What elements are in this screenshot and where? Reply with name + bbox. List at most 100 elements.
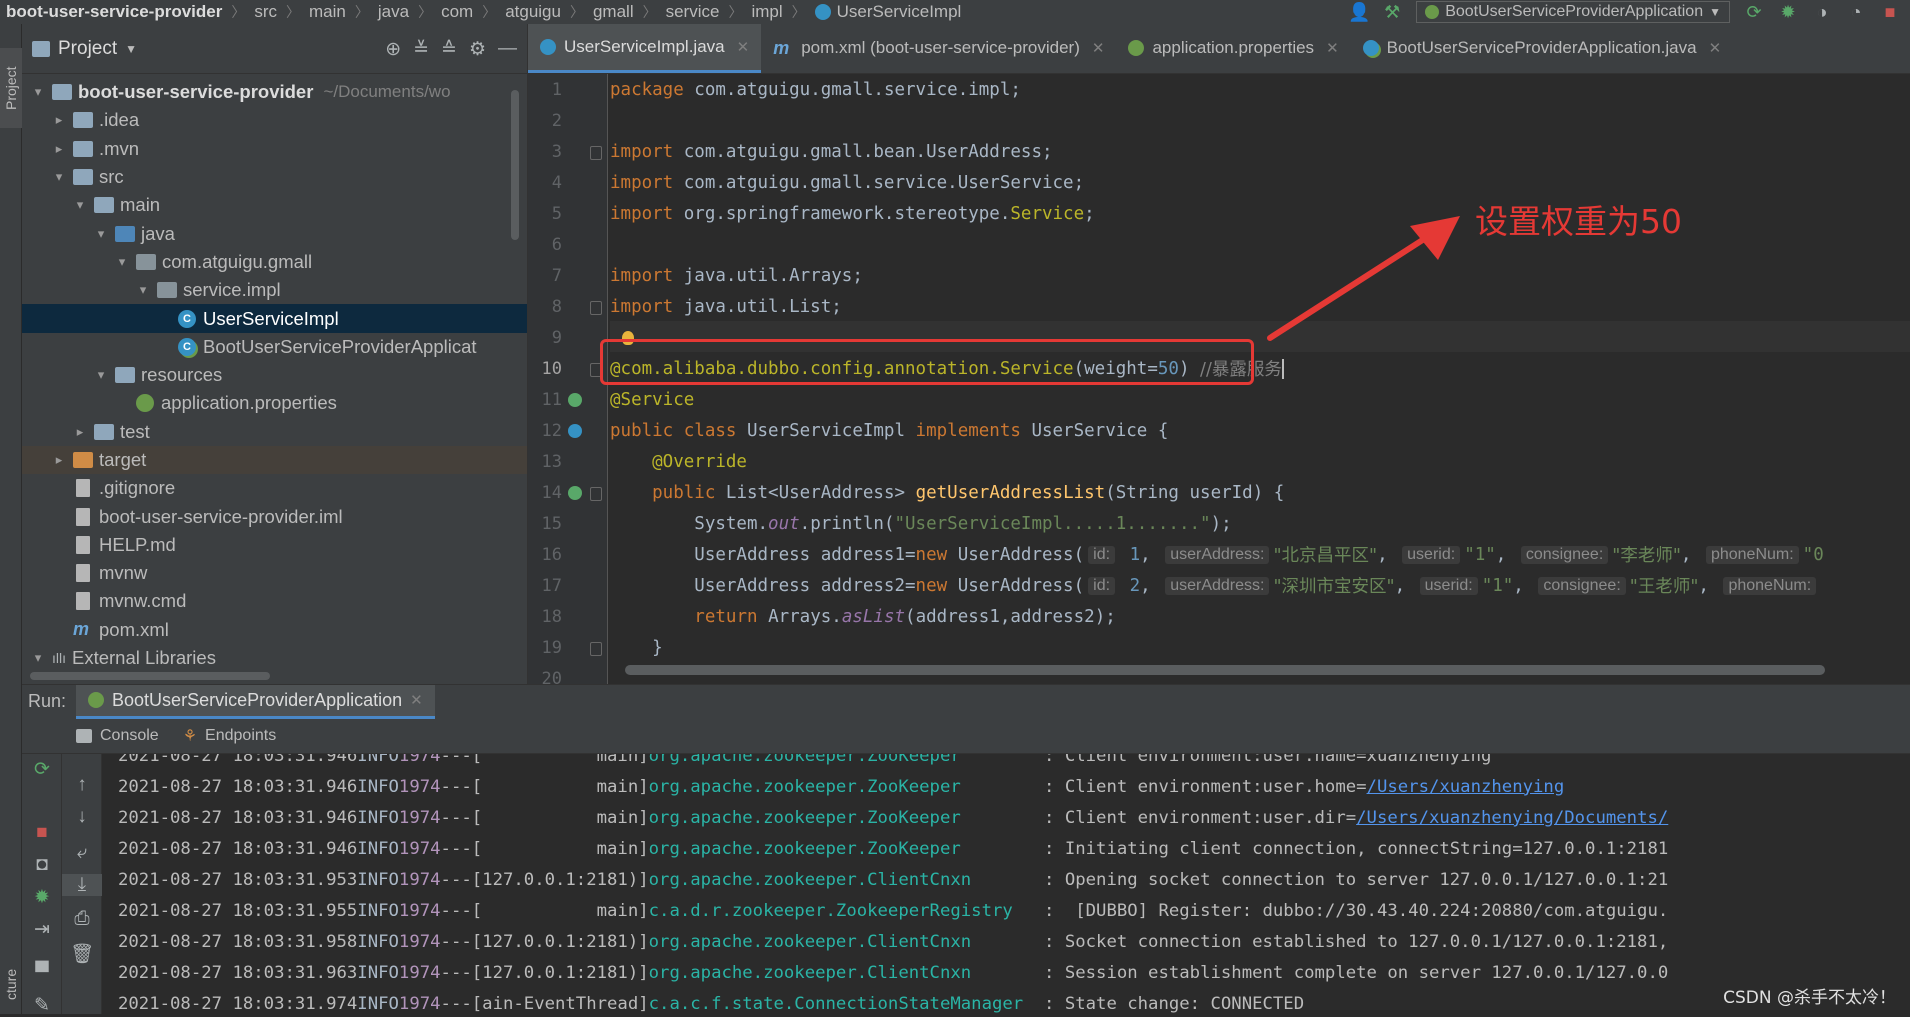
debug-icon[interactable]: ✹ — [22, 886, 62, 909]
override-icon[interactable] — [568, 486, 582, 500]
tree-item[interactable]: HELP.md — [22, 531, 527, 559]
breadcrumb-item[interactable]: impl — [751, 2, 782, 22]
project-tool-window-button[interactable]: Project — [0, 48, 22, 128]
rerun-icon[interactable]: ⟳ — [1744, 2, 1764, 23]
fold-icon[interactable] — [590, 487, 602, 501]
tree-item[interactable]: .gitignore — [22, 474, 527, 502]
chevron-down-icon[interactable]: ▾ — [51, 169, 67, 185]
fold-icon[interactable] — [590, 642, 602, 656]
chevron-down-icon[interactable]: ▾ — [135, 282, 151, 298]
tab-console[interactable]: Console — [76, 727, 159, 745]
breadcrumb-item[interactable]: service — [666, 2, 720, 22]
collapse-all-icon[interactable]: ≙ — [441, 38, 457, 61]
bean-icon[interactable] — [568, 424, 582, 438]
debug-icon[interactable]: ✹ — [1778, 2, 1798, 23]
chevron-down-icon[interactable]: ▾ — [30, 650, 46, 666]
editor-tab[interactable]: BootUserServiceProviderApplication.java✕ — [1351, 24, 1734, 73]
camera-icon[interactable]: ◘ — [22, 854, 62, 876]
gear-icon[interactable]: ⚙ — [469, 38, 486, 61]
tree-item[interactable]: CUserServiceImpl — [22, 304, 527, 332]
close-icon[interactable]: ✕ — [1709, 39, 1722, 57]
tree-item[interactable]: ▾boot-user-service-provider~/Documents/w… — [22, 78, 527, 106]
layout-icon[interactable]: ▀ — [22, 962, 62, 984]
stop-icon[interactable]: ■ — [22, 822, 62, 844]
user-icon[interactable]: 👤 — [1348, 2, 1368, 23]
log-link[interactable]: /Users/xuanzhenying — [1367, 777, 1565, 797]
exit-icon[interactable]: ⇥ — [22, 918, 62, 941]
run-tab[interactable]: BootUserServiceProviderApplication ✕ — [76, 685, 435, 719]
tree-item[interactable]: ▾com.atguigu.gmall — [22, 248, 527, 276]
tree-item[interactable]: mvnw — [22, 559, 527, 587]
tab-endpoints[interactable]: ⚘Endpoints — [183, 726, 277, 746]
chevron-down-icon[interactable]: ▾ — [30, 84, 46, 100]
breadcrumb-item[interactable]: com — [441, 2, 473, 22]
bean-icon[interactable] — [568, 393, 582, 407]
close-icon[interactable]: ✕ — [1326, 39, 1339, 57]
chevron-down-icon[interactable]: ▼ — [125, 42, 137, 56]
arrow-up-icon[interactable]: ↑ — [62, 774, 102, 796]
editor-horizontal-scrollbar[interactable] — [625, 665, 1825, 675]
scroll-to-end-icon[interactable]: ⤓ — [62, 874, 102, 896]
chevron-right-icon[interactable]: ▸ — [51, 141, 67, 157]
breadcrumb-item[interactable]: java — [378, 2, 409, 22]
rerun-icon[interactable]: ⟳ — [22, 758, 62, 781]
folder-icon — [94, 424, 114, 440]
arrow-down-icon[interactable]: ↓ — [62, 806, 102, 828]
breadcrumb-item[interactable]: atguigu — [505, 2, 561, 22]
soft-wrap-icon[interactable]: ⤶ — [62, 842, 102, 864]
minimize-icon[interactable]: — — [498, 38, 517, 60]
tree-item[interactable]: ▸.mvn — [22, 135, 527, 163]
tree-item[interactable]: mvnw.cmd — [22, 587, 527, 615]
tree-item[interactable]: ▸target — [22, 446, 527, 474]
close-icon[interactable]: ✕ — [1092, 39, 1105, 57]
editor-tab[interactable]: UserServiceImpl.java✕ — [528, 24, 761, 73]
tree-item[interactable]: CBootUserServiceProviderApplicat — [22, 333, 527, 361]
fold-icon[interactable] — [590, 301, 602, 315]
print-icon[interactable]: ⎙ — [62, 908, 102, 930]
console-output[interactable]: 2021-08-27 18:03:31.946 INFO 1974 --- [ … — [118, 754, 1910, 1014]
log-link[interactable]: /Users/xuanzhenying/Documents/ — [1356, 808, 1668, 828]
stop-icon[interactable]: ■ — [1880, 2, 1900, 23]
close-icon[interactable]: ✕ — [737, 38, 750, 56]
tree-item[interactable]: ▾service.impl — [22, 276, 527, 304]
trash-icon[interactable]: 🗑 — [62, 942, 102, 966]
run-configuration-select[interactable]: BootUserServiceProviderApplication ▼ — [1416, 1, 1730, 23]
breadcrumb-item[interactable]: gmall — [593, 2, 634, 22]
expand-all-icon[interactable]: ≚ — [413, 38, 429, 61]
breadcrumb-item[interactable]: boot-user-service-provider — [6, 2, 222, 22]
code-line-3: import com.atguigu.gmall.bean.UserAddres… — [610, 136, 1053, 167]
breadcrumb-item[interactable]: main — [309, 2, 346, 22]
profile-icon[interactable]: ◔ — [1846, 2, 1866, 23]
breadcrumb-item[interactable]: src — [254, 2, 277, 22]
close-icon[interactable]: ✕ — [410, 691, 423, 709]
tree-item[interactable]: boot-user-service-provider.iml — [22, 502, 527, 530]
editor-tab[interactable]: mpom.xml (boot-user-service-provider)✕ — [761, 24, 1116, 73]
fold-icon[interactable] — [590, 146, 602, 160]
tree-item[interactable]: ▸test — [22, 418, 527, 446]
coverage-icon[interactable]: ◑ — [1812, 2, 1832, 23]
chevron-right-icon[interactable]: ▸ — [72, 424, 88, 440]
structure-tool-window-button[interactable]: cture — [0, 954, 22, 1014]
locate-icon[interactable]: ⊕ — [385, 38, 401, 61]
log-level: INFO — [357, 808, 399, 828]
project-panel-title[interactable]: Project — [58, 38, 117, 60]
tree-item[interactable]: mpom.xml — [22, 616, 527, 644]
tree-item[interactable]: ▾resources — [22, 361, 527, 389]
tree-item[interactable]: ▸.idea — [22, 106, 527, 134]
tree-item[interactable]: ▾java — [22, 219, 527, 247]
tree-item[interactable]: ▾src — [22, 163, 527, 191]
project-tree-horizontal-scrollbar[interactable] — [30, 672, 270, 680]
tree-item[interactable]: ▾main — [22, 191, 527, 219]
chevron-right-icon[interactable]: ▸ — [51, 452, 67, 468]
chevron-right-icon[interactable]: ▸ — [51, 112, 67, 128]
tree-item[interactable]: application.properties — [22, 389, 527, 417]
chevron-down-icon[interactable]: ▾ — [72, 197, 88, 213]
project-tree-vertical-scrollbar[interactable] — [511, 90, 519, 240]
chevron-down-icon[interactable]: ▾ — [93, 226, 109, 242]
chevron-down-icon[interactable]: ▾ — [114, 254, 130, 270]
tree-item[interactable]: ▾ıllıExternal Libraries — [22, 644, 527, 672]
editor-tab[interactable]: application.properties✕ — [1116, 24, 1350, 73]
breadcrumb-item[interactable]: UserServiceImpl — [815, 2, 962, 22]
chevron-down-icon[interactable]: ▾ — [93, 367, 109, 383]
build-hammer-icon[interactable]: ⚒ — [1382, 2, 1402, 23]
